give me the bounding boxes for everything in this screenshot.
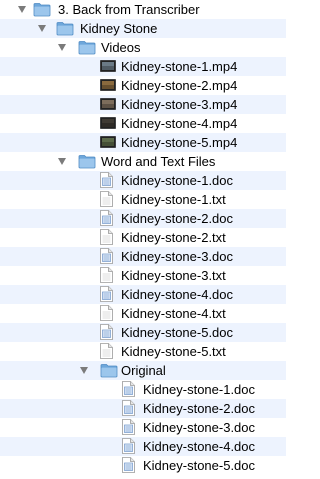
folder-row[interactable]: Videos bbox=[0, 38, 286, 57]
word-doc-icon bbox=[100, 172, 113, 188]
file-name: Kidney-stone-2.txt bbox=[121, 230, 226, 245]
file-name: Kidney-stone-4.doc bbox=[143, 439, 256, 454]
file-name: Kidney-stone-4.txt bbox=[121, 306, 226, 321]
text-file-icon bbox=[100, 229, 113, 245]
folder-row[interactable]: Original bbox=[0, 361, 286, 380]
file-name: Kidney-stone-5.mp4 bbox=[121, 135, 238, 150]
word-doc-icon bbox=[122, 438, 135, 454]
folder-row[interactable]: Kidney Stone bbox=[0, 19, 286, 38]
text-file-icon bbox=[100, 305, 113, 321]
file-name: Kidney-stone-1.doc bbox=[121, 173, 234, 188]
word-doc-icon bbox=[122, 381, 135, 397]
file-name: Kidney-stone-3.txt bbox=[121, 268, 226, 283]
disclosure-triangle-icon[interactable] bbox=[80, 367, 88, 374]
file-row[interactable]: Kidney-stone-4.txt bbox=[0, 304, 286, 323]
file-row[interactable]: Kidney-stone-2.doc bbox=[0, 399, 286, 418]
folder-icon bbox=[33, 3, 51, 17]
file-row[interactable]: Kidney-stone-4.doc bbox=[0, 437, 286, 456]
file-name: Kidney-stone-3.doc bbox=[121, 249, 234, 264]
file-name: Kidney-stone-5.doc bbox=[121, 325, 234, 340]
file-row[interactable]: Kidney-stone-2.doc bbox=[0, 209, 286, 228]
word-doc-icon bbox=[100, 286, 113, 302]
word-doc-icon bbox=[100, 248, 113, 264]
file-name: Kidney-stone-1.doc bbox=[143, 382, 256, 397]
file-name: Kidney-stone-4.mp4 bbox=[121, 116, 238, 131]
folder-icon bbox=[56, 22, 74, 36]
file-row[interactable]: Kidney-stone-3.doc bbox=[0, 247, 286, 266]
text-file-icon bbox=[100, 191, 113, 207]
folder-row[interactable]: Word and Text Files bbox=[0, 152, 286, 171]
file-row[interactable]: Kidney-stone-1.doc bbox=[0, 380, 286, 399]
video-thumbnail-icon bbox=[100, 117, 116, 129]
file-row[interactable]: Kidney-stone-5.doc bbox=[0, 456, 286, 475]
file-row[interactable]: Kidney-stone-3.txt bbox=[0, 266, 286, 285]
word-doc-icon bbox=[122, 419, 135, 435]
disclosure-triangle-icon[interactable] bbox=[38, 25, 46, 32]
file-row[interactable]: Kidney-stone-4.doc bbox=[0, 285, 286, 304]
file-row[interactable]: Kidney-stone-2.txt bbox=[0, 228, 286, 247]
file-row[interactable]: Kidney-stone-4.mp4 bbox=[0, 114, 286, 133]
folder-name: Kidney Stone bbox=[80, 21, 158, 36]
folder-name: Videos bbox=[101, 40, 141, 55]
text-file-icon bbox=[100, 267, 113, 283]
folder-name: Original bbox=[121, 363, 166, 378]
file-name: Kidney-stone-1.mp4 bbox=[121, 59, 238, 74]
folder-name: 3. Back from Transcriber bbox=[58, 2, 200, 17]
file-row[interactable]: Kidney-stone-5.doc bbox=[0, 323, 286, 342]
word-doc-icon bbox=[100, 210, 113, 226]
file-row[interactable]: Kidney-stone-2.mp4 bbox=[0, 76, 286, 95]
folder-row[interactable]: 3. Back from Transcriber bbox=[0, 0, 286, 19]
file-name: Kidney-stone-2.doc bbox=[121, 211, 234, 226]
file-name: Kidney-stone-5.txt bbox=[121, 344, 226, 359]
word-doc-icon bbox=[122, 457, 135, 473]
file-row[interactable]: Kidney-stone-3.mp4 bbox=[0, 95, 286, 114]
finder-outline-list: 3. Back from Transcriber Kidney Stone Vide… bbox=[0, 0, 286, 475]
disclosure-triangle-icon[interactable] bbox=[18, 6, 26, 13]
word-doc-icon bbox=[100, 324, 113, 340]
word-doc-icon bbox=[122, 400, 135, 416]
file-name: Kidney-stone-2.mp4 bbox=[121, 78, 238, 93]
file-name: Kidney-stone-3.mp4 bbox=[121, 97, 238, 112]
video-thumbnail-icon bbox=[100, 79, 116, 91]
file-row[interactable]: Kidney-stone-5.mp4 bbox=[0, 133, 286, 152]
file-row[interactable]: Kidney-stone-1.txt bbox=[0, 190, 286, 209]
video-thumbnail-icon bbox=[100, 98, 116, 110]
text-file-icon bbox=[100, 343, 113, 359]
file-name: Kidney-stone-5.doc bbox=[143, 458, 256, 473]
disclosure-triangle-icon[interactable] bbox=[58, 44, 66, 51]
file-name: Kidney-stone-1.txt bbox=[121, 192, 226, 207]
video-thumbnail-icon bbox=[100, 60, 116, 72]
file-name: Kidney-stone-2.doc bbox=[143, 401, 256, 416]
folder-icon bbox=[78, 41, 96, 55]
disclosure-triangle-icon[interactable] bbox=[58, 158, 66, 165]
folder-icon bbox=[100, 364, 118, 378]
file-row[interactable]: Kidney-stone-3.doc bbox=[0, 418, 286, 437]
file-name: Kidney-stone-3.doc bbox=[143, 420, 256, 435]
folder-icon bbox=[78, 155, 96, 169]
folder-name: Word and Text Files bbox=[101, 154, 216, 169]
file-row[interactable]: Kidney-stone-5.txt bbox=[0, 342, 286, 361]
file-row[interactable]: Kidney-stone-1.mp4 bbox=[0, 57, 286, 76]
file-name: Kidney-stone-4.doc bbox=[121, 287, 234, 302]
file-row[interactable]: Kidney-stone-1.doc bbox=[0, 171, 286, 190]
video-thumbnail-icon bbox=[100, 136, 116, 148]
